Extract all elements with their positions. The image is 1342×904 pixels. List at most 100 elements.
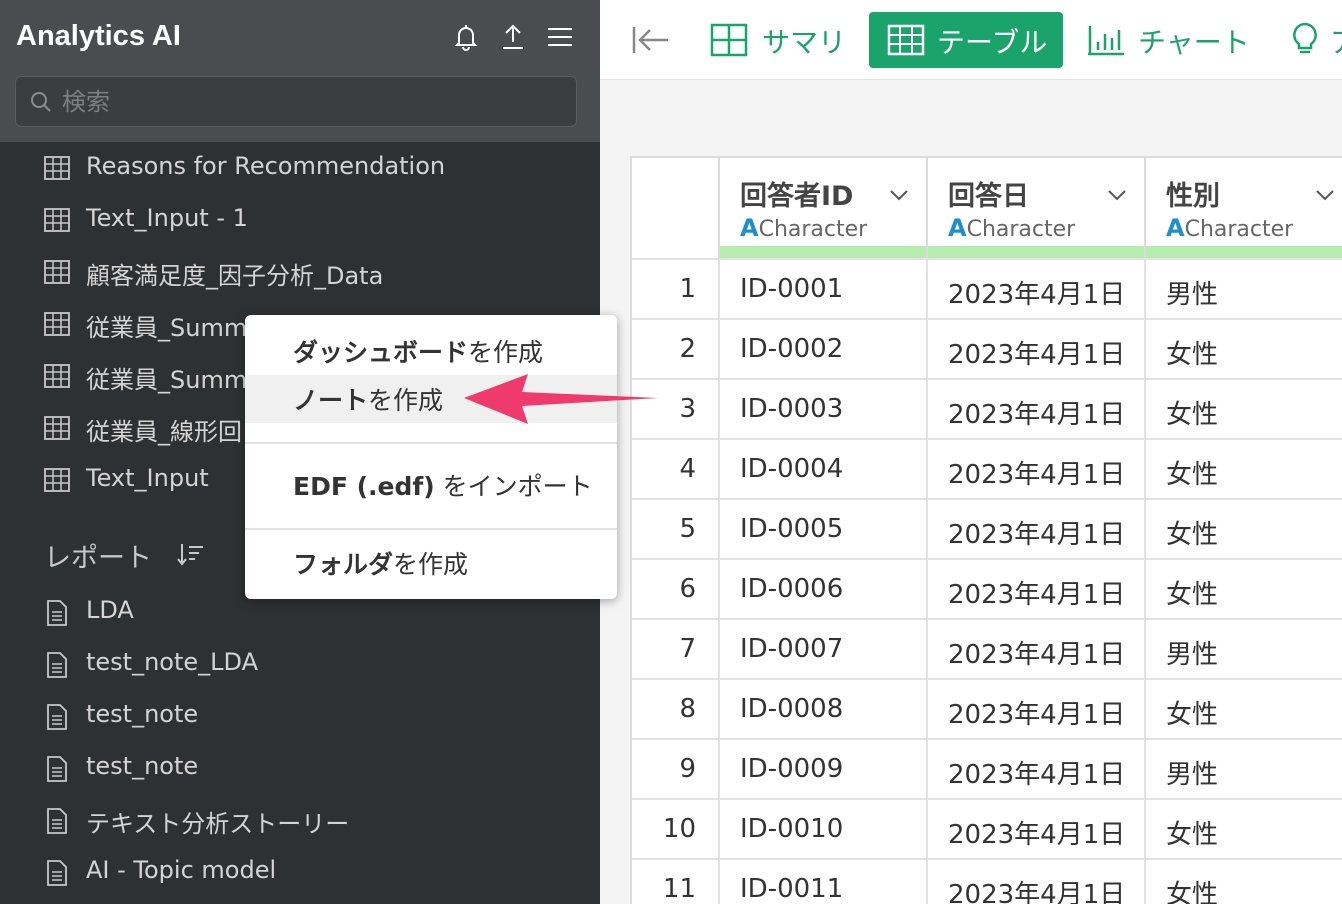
- sidebar-item-report[interactable]: テキスト分析ストーリー: [0, 794, 600, 846]
- table-row[interactable]: 2 ID-0002 2023年4月1日 女性: [632, 318, 1342, 380]
- chevron-down-icon[interactable]: [1314, 184, 1336, 206]
- row-number: 4: [632, 440, 720, 500]
- column-type: ACharacter: [948, 214, 1076, 242]
- sidebar-item-label: 従業員_線形回: [86, 418, 242, 446]
- tab-table-label: テーブル: [937, 26, 1048, 59]
- menu-divider: [245, 442, 617, 444]
- column-quality-bar: [928, 246, 1144, 258]
- table-cell: 女性: [1166, 700, 1219, 730]
- table-cell: 2023年4月1日: [928, 740, 1146, 800]
- column-name: 性別: [1166, 181, 1220, 212]
- bell-icon[interactable]: [451, 22, 481, 52]
- upload-icon[interactable]: [498, 22, 528, 52]
- table-cell: ID-0001: [720, 260, 928, 320]
- table-cell: 2023年4月1日: [928, 500, 1146, 560]
- column-name: 回答者ID: [740, 181, 854, 212]
- column-name: 回答日: [948, 181, 1029, 212]
- table-cell: 2023年4月1日: [928, 440, 1146, 500]
- collapse-left-icon[interactable]: [628, 12, 672, 68]
- table-row[interactable]: 10 ID-0010 2023年4月1日 女性: [632, 798, 1342, 860]
- sidebar-header: Analytics AI: [0, 0, 600, 142]
- sidebar-item-data[interactable]: Reasons for Recommendation: [0, 142, 600, 194]
- sidebar-item-label: test_note_LDA: [86, 648, 259, 676]
- sidebar-item-report[interactable]: test_note: [0, 690, 600, 742]
- chevron-down-icon[interactable]: [1106, 184, 1128, 206]
- menu-item-create-note[interactable]: ノートを作成: [245, 375, 617, 423]
- table-row[interactable]: 7 ID-0007 2023年4月1日 男性: [632, 618, 1342, 680]
- sidebar-item-label: test_note: [86, 752, 199, 780]
- hamburger-menu-icon[interactable]: [545, 22, 575, 52]
- column-header-respondent-id[interactable]: 回答者ID ACharacter: [720, 158, 928, 258]
- table-cell: 2023年4月1日: [928, 680, 1146, 740]
- table-row[interactable]: 3 ID-0003 2023年4月1日 女性: [632, 378, 1342, 440]
- row-number: 8: [632, 680, 720, 740]
- search-icon: [31, 92, 51, 112]
- table-icon: [44, 156, 70, 180]
- table-row[interactable]: 11 ID-0011 2023年4月1日 女性: [632, 858, 1342, 904]
- table-cell: 女性: [1166, 580, 1219, 610]
- table-row[interactable]: 1 ID-0001 2023年4月1日 男性: [632, 258, 1342, 320]
- table-cell: 女性: [1166, 880, 1219, 904]
- app-title: Analytics AI: [16, 20, 181, 52]
- table-cell: ID-0009: [720, 740, 928, 800]
- sidebar-item-report[interactable]: test_note_LDA: [0, 638, 600, 690]
- sidebar-item-label: LDA: [86, 596, 134, 624]
- tab-summary-label: サマリ: [762, 26, 847, 59]
- table-row[interactable]: 4 ID-0004 2023年4月1日 女性: [632, 438, 1342, 500]
- data-table: 回答者ID ACharacter 回答日 ACharacter 性別 AChar…: [630, 156, 1342, 904]
- row-number: 9: [632, 740, 720, 800]
- sidebar-item-label: test_note: [86, 700, 199, 728]
- grid-icon: [710, 23, 748, 57]
- table-cell: 女性: [1166, 520, 1219, 550]
- column-header-gender[interactable]: 性別 ACharacter: [1146, 158, 1342, 258]
- sidebar-item-label: テキスト分析ストーリー: [86, 810, 350, 838]
- chevron-down-icon[interactable]: [888, 184, 910, 206]
- row-number: 6: [632, 560, 720, 620]
- sidebar-item-report[interactable]: AI - Topic model: [0, 846, 600, 898]
- menu-item-create-folder[interactable]: フォルダを作成: [245, 539, 617, 587]
- tab-summary[interactable]: サマリ: [702, 12, 852, 68]
- toolbar: サマリ テーブル チャート ア: [600, 0, 1342, 80]
- table-icon: [44, 468, 70, 492]
- bar-chart-icon: [1088, 26, 1124, 56]
- sort-icon[interactable]: [176, 541, 206, 569]
- tab-insight[interactable]: ア: [1284, 12, 1342, 68]
- menu-item-import-edf[interactable]: EDF (.edf) をインポート: [245, 461, 617, 509]
- table-cell: ID-0004: [720, 440, 928, 500]
- row-number: 11: [632, 860, 720, 904]
- sidebar-item-report[interactable]: test_note: [0, 742, 600, 794]
- table-cell: 男性: [1166, 280, 1219, 310]
- table-cell: 2023年4月1日: [928, 260, 1146, 320]
- table-row[interactable]: 6 ID-0006 2023年4月1日 女性: [632, 558, 1342, 620]
- table-cell: 女性: [1166, 340, 1219, 370]
- tab-chart[interactable]: チャート: [1080, 12, 1270, 68]
- sidebar-item-data[interactable]: Text_Input - 1: [0, 194, 600, 246]
- document-icon: [44, 808, 70, 834]
- table-row[interactable]: 9 ID-0009 2023年4月1日 男性: [632, 738, 1342, 800]
- table-cell: 男性: [1166, 760, 1219, 790]
- tab-table[interactable]: テーブル: [869, 12, 1063, 68]
- column-type: ACharacter: [1166, 214, 1294, 242]
- table-row[interactable]: 5 ID-0005 2023年4月1日 女性: [632, 498, 1342, 560]
- table-header: 回答者ID ACharacter 回答日 ACharacter 性別 AChar…: [632, 158, 1342, 258]
- row-number-header: [632, 158, 720, 258]
- table-cell: ID-0010: [720, 800, 928, 860]
- table-cell: 男性: [1166, 640, 1219, 670]
- column-quality-bar: [1146, 246, 1342, 258]
- table-cell: ID-0007: [720, 620, 928, 680]
- sidebar-item-label: 従業員_Summ: [86, 366, 248, 394]
- search-box: [15, 76, 577, 127]
- column-header-answer-date[interactable]: 回答日 ACharacter: [928, 158, 1146, 258]
- table-icon: [44, 312, 70, 336]
- table-cell: ID-0002: [720, 320, 928, 380]
- table-icon: [44, 364, 70, 388]
- table-icon: [44, 208, 70, 232]
- sidebar-item-data[interactable]: 顧客満足度_因子分析_Data: [0, 246, 600, 298]
- sidebar-item-label: Text_Input: [86, 464, 209, 492]
- table-cell: ID-0006: [720, 560, 928, 620]
- search-input[interactable]: [62, 85, 562, 119]
- menu-item-create-dashboard[interactable]: ダッシュボードを作成: [245, 327, 617, 375]
- table-row[interactable]: 8 ID-0008 2023年4月1日 女性: [632, 678, 1342, 740]
- column-quality-bar: [720, 246, 926, 258]
- document-icon: [44, 756, 70, 782]
